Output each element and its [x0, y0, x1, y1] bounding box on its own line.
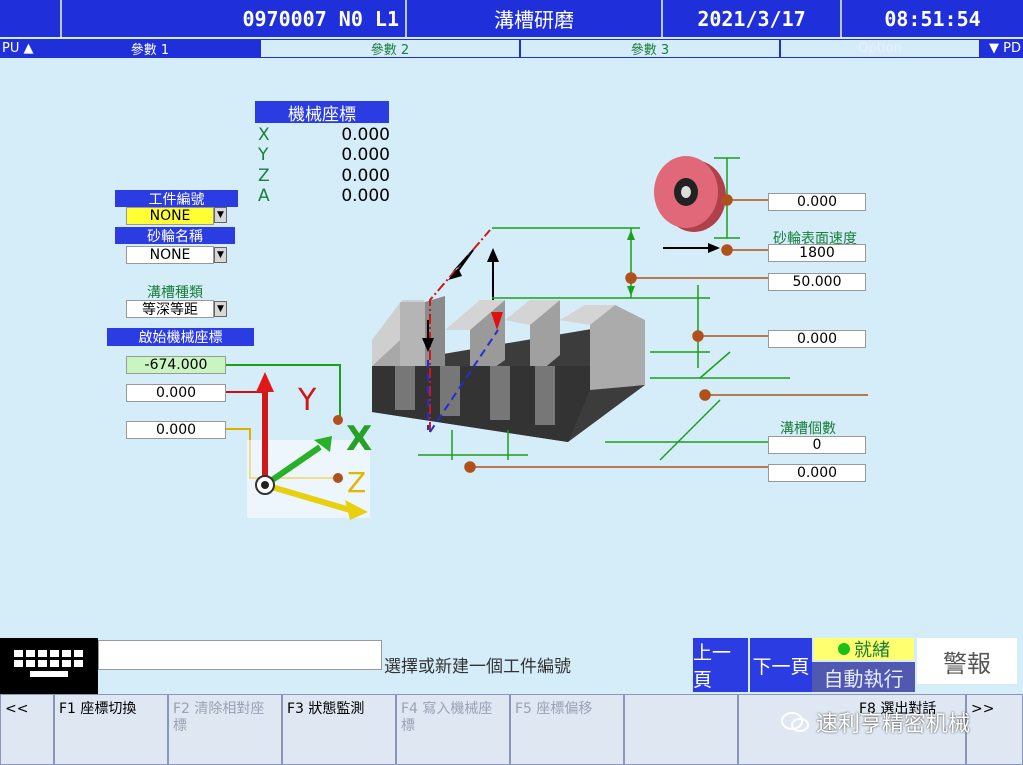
- page-up-button[interactable]: PU ▲: [0, 39, 40, 58]
- tab-param-1[interactable]: 參數 1: [40, 39, 260, 58]
- watermark: 速利亨精密机械: [780, 706, 1010, 738]
- axis-label-y: Y: [297, 383, 317, 418]
- fkey-prev-group[interactable]: <<: [0, 694, 54, 765]
- next-page-button[interactable]: 下一頁: [750, 638, 812, 692]
- fkey-f4-write-machine-coord[interactable]: F4 寫入機械座標: [396, 694, 510, 765]
- ready-indicator: 就緒: [814, 638, 914, 661]
- wechat-icon: [781, 712, 809, 732]
- wheel-speed-field[interactable]: 1800: [768, 244, 866, 262]
- groove-pitch-field[interactable]: 0.000: [768, 464, 866, 482]
- fkey-f6-empty[interactable]: [624, 694, 738, 765]
- fkey-f5-coord-offset[interactable]: F5 座標偏移: [510, 694, 624, 765]
- groove-count-label: 溝槽個數: [780, 421, 836, 437]
- prev-page-button[interactable]: 上一頁: [693, 638, 748, 692]
- tab-param-2[interactable]: 參數 2: [260, 39, 520, 58]
- axis-label-x: X: [346, 419, 372, 459]
- fkey-f3-status-monitor[interactable]: F3 狀態監測: [282, 694, 396, 765]
- keyboard-icon: [14, 650, 83, 677]
- tab-option[interactable]: Option: [780, 39, 980, 58]
- time-display: 08:51:54: [842, 0, 1023, 37]
- header-blank: [0, 0, 62, 37]
- screen-title: 溝槽研磨: [407, 0, 663, 37]
- groove-grinding-diagram: Y X Z: [226, 156, 868, 520]
- status-message: 選擇或新建一個工件編號: [384, 657, 571, 677]
- input-line[interactable]: [98, 640, 382, 670]
- lift-distance-field[interactable]: 50.000: [768, 273, 866, 291]
- page-down-button[interactable]: ▼ PD: [980, 39, 1023, 58]
- workpiece-block: [372, 296, 645, 442]
- fkey-f1-coord-switch[interactable]: F1 座標切換: [54, 694, 168, 765]
- alarm-button[interactable]: 警報: [917, 638, 1017, 684]
- tab-param-3[interactable]: 參數 3: [520, 39, 780, 58]
- date-display: 2021/3/17: [663, 0, 842, 37]
- groove-depth-field[interactable]: 0.000: [768, 330, 866, 348]
- program-number: 0970007 N0 L1: [62, 0, 407, 37]
- groove-count-field[interactable]: 0: [768, 436, 866, 454]
- keyboard-button[interactable]: [0, 638, 98, 694]
- axis-label-z: Z: [347, 466, 366, 499]
- ready-status-icon: [838, 643, 850, 655]
- fkey-f2-clear-relative[interactable]: F2 清除相對座標: [168, 694, 282, 765]
- grinding-wheel: [654, 156, 726, 232]
- auto-run-mode[interactable]: 自動執行: [812, 662, 915, 692]
- wheel-height-field[interactable]: 0.000: [768, 193, 866, 211]
